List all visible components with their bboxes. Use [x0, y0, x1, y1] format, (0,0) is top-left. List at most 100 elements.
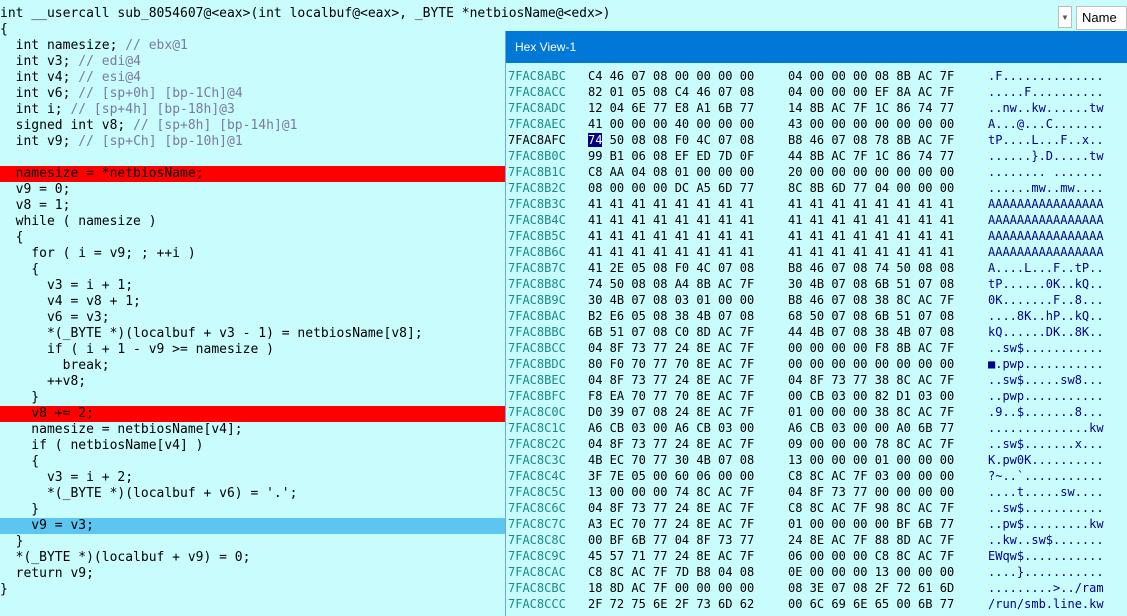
hex-address: 7FAC8ABC — [508, 69, 566, 83]
code-line[interactable]: } — [0, 582, 510, 598]
hex-address: 7FAC8B6C — [508, 245, 566, 259]
hex-bytes-high: 44 4B 07 08 38 4B 07 08 — [788, 325, 955, 339]
code-line[interactable]: ++v8; — [0, 374, 510, 390]
code-line[interactable]: int v3; // edi@4 — [0, 54, 510, 70]
hex-bytes-high: 04 8F 73 77 00 00 00 00 — [788, 485, 955, 499]
hex-ascii: ..pwp........... — [988, 389, 1104, 403]
code-line[interactable]: } — [0, 534, 510, 550]
code-line[interactable]: int v4; // esi@4 — [0, 70, 510, 86]
code-line[interactable]: v8 += 2; — [0, 406, 510, 422]
hex-bytes-high: 06 00 00 00 C8 8C AC 7F — [788, 549, 955, 563]
code-line-text: *(_BYTE *)(localbuf + v3 - 1) = netbiosN… — [0, 326, 423, 341]
hex-ascii: /run/smb.line.kw — [988, 597, 1104, 611]
hex-address: 7FAC8B1C — [508, 165, 566, 179]
code-line[interactable]: v9 = 0; — [0, 182, 510, 198]
hex-bytes-low: 18 8D AC 7F 00 00 00 00 — [588, 581, 755, 595]
hex-bytes-low: 04 8F 73 77 24 8E AC 7F — [588, 373, 755, 387]
hex-bytes-low: 45 57 71 77 24 8E AC 7F — [588, 549, 755, 563]
hex-view-title[interactable]: Hex View-1 — [506, 31, 1127, 63]
hex-bytes-low: 2F 72 75 6E 2F 73 6D 62 — [588, 597, 755, 611]
hex-address: 7FAC8BDC — [508, 357, 566, 371]
code-line[interactable]: int v6; // [sp+0h] [bp-1Ch]@4 — [0, 86, 510, 102]
selected-byte[interactable]: 74 — [588, 133, 603, 147]
code-line[interactable]: namesize = netbiosName[v4]; — [0, 422, 510, 438]
code-comment: // [sp+8h] [bp-14h]@1 — [133, 118, 298, 133]
hex-ascii: ..sw$........... — [988, 341, 1104, 355]
code-line-text: { — [0, 22, 8, 37]
code-line[interactable]: v9 = v3; — [0, 518, 510, 534]
code-line[interactable]: { — [0, 454, 510, 470]
code-line[interactable]: for ( i = v9; ; ++i ) — [0, 246, 510, 262]
code-line-text: { — [0, 230, 24, 245]
code-line[interactable]: break; — [0, 358, 510, 374]
code-line-text: signed int v8; // [sp+8h] [bp-14h]@1 — [0, 118, 298, 133]
hex-ascii: ..sw$.......x... — [988, 437, 1104, 451]
pseudocode-body[interactable]: { int namesize; // ebx@1 int v3; // edi@… — [0, 22, 510, 598]
code-line-text: v4 = v8 + 1; — [0, 294, 141, 309]
code-line[interactable]: int v9; // [sp+Ch] [bp-10h]@1 — [0, 134, 510, 150]
hex-address: 7FAC8C1C — [508, 421, 566, 435]
hex-view-window[interactable]: Hex View-1 7FAC8ABC C4 46 07 08 00 00 00 … — [505, 31, 1127, 616]
hex-address: 7FAC8ACC — [508, 85, 566, 99]
code-line[interactable]: v3 = i + 1; — [0, 278, 510, 294]
code-line[interactable] — [0, 150, 510, 166]
code-line[interactable]: if ( netbiosName[v4] ) — [0, 438, 510, 454]
hex-bytes-low: C4 46 07 08 00 00 00 00 — [588, 69, 755, 83]
hex-bytes-high: 41 41 41 41 41 41 41 41 — [788, 213, 955, 227]
code-line[interactable]: } — [0, 502, 510, 518]
hex-ascii: ....t.....sw.... — [988, 485, 1104, 499]
code-line[interactable]: return v9; — [0, 566, 510, 582]
code-line[interactable]: *(_BYTE *)(localbuf + v9) = 0; — [0, 550, 510, 566]
code-line[interactable]: int i; // [sp+4h] [bp-18h]@3 — [0, 102, 510, 118]
code-line[interactable]: { — [0, 230, 510, 246]
hex-bytes-high: B8 46 07 08 74 50 08 08 — [788, 261, 955, 275]
function-signature: int __usercall sub_8054607@<eax>(int loc… — [0, 6, 611, 21]
hex-ascii: .....F.......... — [988, 85, 1104, 99]
hex-bytes-high: 04 00 00 00 EF 8A AC 7F — [788, 85, 955, 99]
hex-bytes-low: 80 F0 70 77 70 8E AC 7F — [588, 357, 755, 371]
code-line-text: int v4; // esi@4 — [0, 70, 141, 85]
hex-address: 7FAC8B9C — [508, 293, 566, 307]
code-line[interactable]: v3 = i + 2; — [0, 470, 510, 486]
code-line-text: while ( namesize ) — [0, 214, 157, 229]
hex-bytes-high: B8 46 07 08 78 8B AC 7F — [788, 133, 955, 147]
code-line[interactable]: namesize = *netbiosName; — [0, 166, 510, 182]
hex-address: 7FAC8BAC — [508, 309, 566, 323]
hex-ascii: AAAAAAAAAAAAAAAA — [988, 197, 1104, 211]
hex-ascii: ..sw$.....sw8... — [988, 373, 1104, 387]
hex-address: 7FAC8B3C — [508, 197, 566, 211]
hex-address: 7FAC8C6C — [508, 501, 566, 515]
code-line-text: v6 = v3; — [0, 310, 110, 325]
hex-bytes-high: 30 4B 07 08 6B 51 07 08 — [788, 277, 955, 291]
hex-bytes-low: A6 CB 03 00 A6 CB 03 00 — [588, 421, 755, 435]
hex-ascii: A...@...C....... — [988, 117, 1104, 131]
code-comment: // [sp+4h] [bp-18h]@3 — [70, 102, 235, 117]
code-line[interactable]: { — [0, 262, 510, 278]
code-line[interactable]: v8 = 1; — [0, 198, 510, 214]
code-line[interactable]: v6 = v3; — [0, 310, 510, 326]
hex-bytes-low: C8 8C AC 7F 7D B8 04 08 — [588, 565, 755, 579]
code-line-text: ++v8; — [0, 374, 87, 389]
code-comment: // [sp+0h] [bp-1Ch]@4 — [78, 86, 243, 101]
hex-address: 7FAC8CCC — [508, 597, 566, 611]
code-line[interactable]: if ( i + 1 - v9 >= namesize ) — [0, 342, 510, 358]
code-line[interactable]: v4 = v8 + 1; — [0, 294, 510, 310]
code-line-text: v9 = 0; — [0, 182, 71, 197]
hex-bytes-low: 74 50 08 08 A4 8B AC 7F — [588, 277, 755, 291]
code-comment: // edi@4 — [78, 54, 141, 69]
code-line[interactable]: { — [0, 22, 510, 38]
code-line[interactable]: int namesize; // ebx@1 — [0, 38, 510, 54]
code-line[interactable]: *(_BYTE *)(localbuf + v6) = '.'; — [0, 486, 510, 502]
code-line[interactable]: while ( namesize ) — [0, 214, 510, 230]
hex-address: 7FAC8ADC — [508, 101, 566, 115]
name-column-header[interactable]: Name — [1076, 6, 1127, 30]
hex-bytes-high: 09 00 00 00 78 8C AC 7F — [788, 437, 955, 451]
code-line[interactable]: *(_BYTE *)(localbuf + v3 - 1) = netbiosN… — [0, 326, 510, 342]
scroll-indicator[interactable]: ▾ — [1058, 6, 1072, 28]
code-line-text: namesize = *netbiosName; — [0, 166, 204, 181]
hex-address: 7FAC8B2C — [508, 181, 566, 195]
hex-ascii: ......}.D.....tw — [988, 149, 1104, 163]
code-line[interactable]: } — [0, 390, 510, 406]
code-line[interactable]: signed int v8; // [sp+8h] [bp-14h]@1 — [0, 118, 510, 134]
hex-bytes-high: C8 8C AC 7F 03 00 00 00 — [788, 469, 955, 483]
